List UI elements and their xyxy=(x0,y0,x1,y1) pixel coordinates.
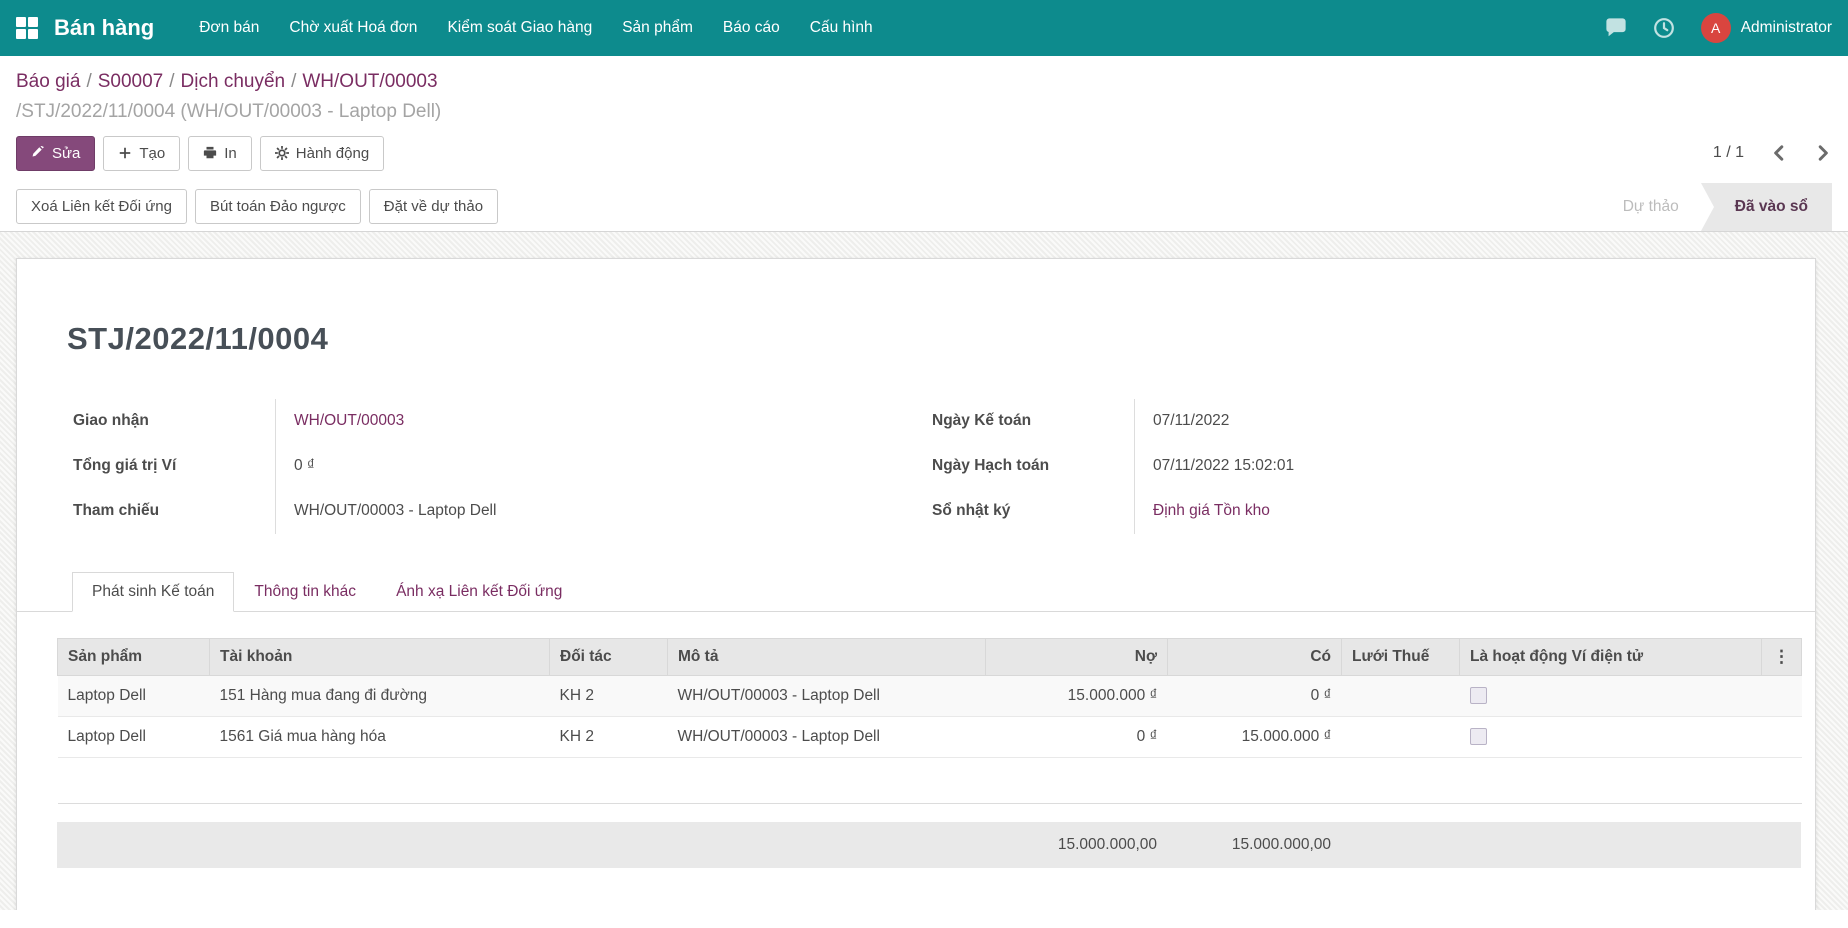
field-so-nhat-ky: Sổ nhật ký Định giá Tồn kho xyxy=(916,488,1775,534)
table-row[interactable]: Laptop Dell 151 Hàng mua đang đi đường K… xyxy=(57,675,1802,717)
ewallet-checkbox[interactable] xyxy=(1469,728,1487,746)
field-value-giao-nhan[interactable]: WH/OUT/00003 xyxy=(275,398,916,444)
tab-anh-xa-lien-ket-doi-ung[interactable]: Ánh xạ Liên kết Đối ứng xyxy=(376,572,582,612)
breadcrumb-link-bao-gia[interactable]: Báo giá xyxy=(16,71,80,92)
totals-row: 15.000.000,00 15.000.000,00 xyxy=(57,821,1801,868)
field-group-right: Ngày Kế toán 07/11/2022 Ngày Hạch toán 0… xyxy=(916,398,1775,534)
col-mo-ta[interactable]: Mô tả xyxy=(667,637,986,676)
chevron-right-icon[interactable] xyxy=(1814,144,1832,162)
activities-clock-icon[interactable] xyxy=(1653,17,1675,39)
status-draft[interactable]: Dự thảo xyxy=(1601,183,1701,231)
table-row[interactable]: Laptop Dell 1561 Giá mua hàng hóa KH 2 W… xyxy=(57,716,1802,758)
content-area: STJ/2022/11/0004 Giao nhận WH/OUT/00003 … xyxy=(0,231,1848,910)
reset-to-draft-button[interactable]: Đặt về dự thảo xyxy=(368,189,499,225)
col-tai-khoan[interactable]: Tài khoản xyxy=(209,637,550,676)
messages-icon[interactable] xyxy=(1605,17,1627,39)
table-empty-space xyxy=(57,757,1802,804)
nav-item-don-ban[interactable]: Đơn bán xyxy=(184,0,274,56)
breadcrumb-separator: / xyxy=(291,71,297,92)
breadcrumb-link-dich-chuyen[interactable]: Dịch chuyển xyxy=(181,71,286,92)
nav-item-san-pham[interactable]: Sản phẩm xyxy=(607,0,708,56)
breadcrumb-separator: / xyxy=(86,71,92,92)
print-button[interactable]: In xyxy=(188,135,252,171)
field-tham-chieu: Tham chiếu WH/OUT/00003 - Laptop Dell xyxy=(57,488,916,534)
edit-button[interactable]: Sửa xyxy=(16,135,96,171)
field-value-so-nhat-ky[interactable]: Định giá Tồn kho xyxy=(1134,488,1775,534)
status-posted[interactable]: Đã vào sổ xyxy=(1700,182,1832,231)
field-giao-nhan: Giao nhận WH/OUT/00003 xyxy=(57,398,916,444)
top-navbar: Bán hàng Đơn bán Chờ xuất Hoá đơn Kiểm s… xyxy=(0,0,1848,56)
field-groups: Giao nhận WH/OUT/00003 Tổng giá trị Ví 0… xyxy=(57,398,1775,534)
breadcrumb: Báo giá / S00007/Dịch chuyển / WH/OUT/00003 xyxy=(16,66,1832,97)
unreconcile-button[interactable]: Xoá Liên kết Đối ứng xyxy=(16,189,187,225)
field-tong-gia-tri-vi: Tổng giá trị Ví 0 ₫ xyxy=(57,443,916,489)
notebook-tabs: Phát sinh Kế toán Thông tin khác Ánh xạ … xyxy=(16,571,1816,612)
user-menu[interactable]: Administrator xyxy=(1741,19,1832,37)
breadcrumb-current: /STJ/2022/11/0004 (WH/OUT/00003 - Laptop… xyxy=(16,101,442,123)
field-value-tham-chieu: WH/OUT/00003 - Laptop Dell xyxy=(275,488,916,534)
nav-item-cho-xuat-hoa-don[interactable]: Chờ xuất Hoá đơn xyxy=(274,0,432,56)
pencil-icon xyxy=(32,146,44,157)
col-san-pham[interactable]: Sản phẩm xyxy=(57,637,210,676)
col-la-hoat-dong-vi-dien-tu[interactable]: Là hoạt động Ví điện tử xyxy=(1459,637,1762,676)
field-value-tong-gia-tri-vi: 0 ₫ xyxy=(275,443,916,489)
form-sheet: STJ/2022/11/0004 Giao nhận WH/OUT/00003 … xyxy=(16,257,1816,910)
field-value-ngay-hach-toan: 07/11/2022 15:02:01 xyxy=(1134,443,1775,489)
table-header-row: Sản phẩm Tài khoản Đối tác Mô tả Nợ Có L… xyxy=(57,637,1802,676)
page-title: STJ/2022/11/0004 xyxy=(67,320,329,356)
journal-items-table: Sản phẩm Tài khoản Đối tác Mô tả Nợ Có L… xyxy=(57,637,1802,804)
col-no[interactable]: Nợ xyxy=(985,637,1168,676)
col-doi-tac[interactable]: Đối tác xyxy=(549,637,668,676)
chevron-left-icon[interactable] xyxy=(1770,144,1788,162)
ewallet-checkbox[interactable] xyxy=(1469,687,1487,705)
field-ngay-ke-toan: Ngày Kế toán 07/11/2022 xyxy=(916,398,1775,444)
col-co[interactable]: Có xyxy=(1167,637,1342,676)
optional-columns-kebab-icon[interactable]: ⋮ xyxy=(1761,637,1802,676)
tab-phat-sinh-ke-toan[interactable]: Phát sinh Kế toán xyxy=(72,571,235,612)
apps-menu-icon[interactable] xyxy=(16,17,38,39)
tab-thong-tin-khac[interactable]: Thông tin khác xyxy=(234,572,376,612)
breadcrumb-separator: / xyxy=(169,71,175,92)
total-credit: 15.000.000,00 xyxy=(1167,821,1341,868)
pager-counter: 1 / 1 xyxy=(1712,144,1744,162)
avatar[interactable]: A xyxy=(1700,13,1731,43)
nav-item-cau-hinh[interactable]: Cấu hình xyxy=(795,0,888,56)
nav-item-kiem-soat-giao-hang[interactable]: Kiểm soát Giao hàng xyxy=(432,0,607,56)
action-button[interactable]: Hành động xyxy=(259,135,385,171)
plus-icon xyxy=(120,147,131,159)
control-panel: Báo giá / S00007/Dịch chuyển / WH/OUT/00003 … xyxy=(0,56,1848,232)
field-value-ngay-ke-toan: 07/11/2022 xyxy=(1134,398,1775,444)
pager: 1 / 1 xyxy=(1713,144,1832,162)
gear-icon xyxy=(274,146,289,161)
total-debit: 15.000.000,00 xyxy=(985,821,1167,868)
app-name[interactable]: Bán hàng xyxy=(54,15,154,41)
breadcrumb-link-s00007[interactable]: S00007 xyxy=(98,71,164,92)
field-group-left: Giao nhận WH/OUT/00003 Tổng giá trị Ví 0… xyxy=(57,398,916,534)
toolbar: Sửa Tạo In Hành động 1 / 1 xyxy=(16,135,1832,171)
statusbar: Dự thảo Đã vào sổ xyxy=(1601,182,1832,231)
breadcrumb-link-wh-out[interactable]: WH/OUT/00003 xyxy=(302,71,437,92)
printer-icon xyxy=(204,147,217,159)
field-ngay-hach-toan: Ngày Hạch toán 07/11/2022 15:02:01 xyxy=(916,443,1775,489)
create-button[interactable]: Tạo xyxy=(103,135,181,171)
nav-item-bao-cao[interactable]: Báo cáo xyxy=(708,0,795,56)
col-luoi-thue[interactable]: Lưới Thuế xyxy=(1341,637,1460,676)
reverse-entry-button[interactable]: Bút toán Đảo ngược xyxy=(194,189,361,225)
status-row: Xoá Liên kết Đối ứng Bút toán Đảo ngược … xyxy=(16,182,1832,231)
